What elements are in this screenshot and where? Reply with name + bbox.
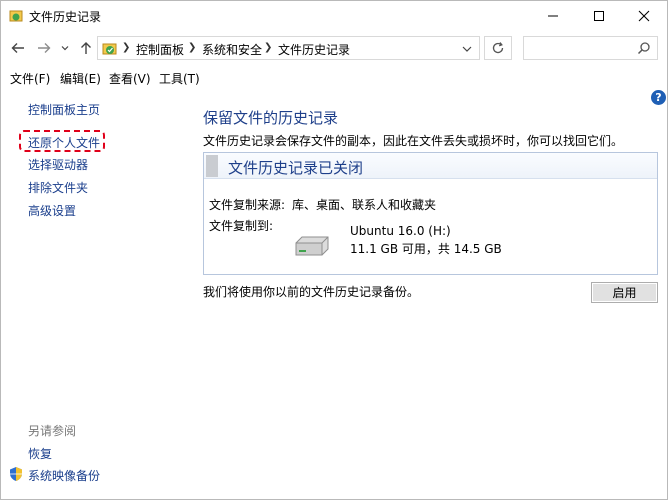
recent-locations-button[interactable]: [59, 39, 71, 57]
search-icon: [637, 42, 650, 55]
source-label: 文件复制来源:: [209, 198, 286, 212]
navigation-bar: ❯ 控制面板 ❯ 系统和安全 ❯ 文件历史记录: [1, 31, 667, 65]
sidebar-control-panel-home[interactable]: 控制面板主页: [28, 101, 100, 118]
see-also-system-image-backup[interactable]: 系统映像备份: [28, 467, 100, 484]
menu-view[interactable]: 查看(V): [109, 70, 151, 87]
file-history-icon: [102, 43, 117, 55]
sidebar-item-exclude-folders[interactable]: 排除文件夹: [28, 179, 88, 196]
refresh-button[interactable]: [484, 36, 512, 60]
enable-button[interactable]: 启用: [591, 282, 658, 303]
breadcrumb-control-panel[interactable]: 控制面板: [136, 41, 184, 58]
drive-icon: [295, 236, 329, 256]
source-value: 库、桌面、联系人和收藏夹: [292, 198, 437, 212]
maximize-icon: [594, 11, 604, 21]
chevron-right-icon: ❯: [188, 42, 197, 53]
sidebar-item-restore-files[interactable]: 还原个人文件: [28, 134, 100, 151]
minimize-icon: [548, 15, 558, 17]
status-indicator: [206, 155, 218, 177]
minimize-button[interactable]: [530, 1, 576, 31]
close-icon: [638, 10, 650, 22]
sidebar-item-select-drive[interactable]: 选择驱动器: [28, 156, 88, 173]
menu-edit[interactable]: 编辑(E): [60, 70, 101, 87]
up-arrow-icon: [81, 42, 91, 54]
chevron-down-icon: [61, 46, 69, 51]
shield-icon: [10, 467, 22, 481]
backup-note: 我们将使用你以前的文件历史记录备份。: [203, 285, 420, 299]
close-button[interactable]: [621, 1, 667, 31]
file-history-window: 文件历史记录 ❯ 控制面板 ❯ 系统和安全 ❯ 文件历史记录 文件(F) 编辑(…: [0, 0, 668, 500]
destination-label: 文件复制到:: [209, 219, 274, 233]
menu-bar: 文件(F) 编辑(E) 查看(V) 工具(T): [1, 67, 667, 87]
status-header: 文件历史记录已关闭: [204, 153, 657, 179]
chevron-right-icon: ❯: [264, 42, 273, 53]
drive-space: 11.1 GB 可用，共 14.5 GB: [350, 242, 502, 256]
sidebar-item-advanced-settings[interactable]: 高级设置: [28, 202, 76, 219]
see-also-heading: 另请参阅: [28, 424, 77, 438]
page-title: 保留文件的历史记录: [203, 109, 339, 127]
chevron-down-icon: [462, 46, 472, 52]
see-also-recovery[interactable]: 恢复: [28, 445, 52, 462]
address-history-button[interactable]: [458, 41, 476, 57]
forward-arrow-icon: [38, 43, 51, 53]
maximize-button[interactable]: [576, 1, 622, 31]
forward-button[interactable]: [35, 39, 53, 57]
status-title: 文件历史记录已关闭: [228, 159, 364, 177]
up-button[interactable]: [77, 39, 95, 57]
address-bar[interactable]: ❯ 控制面板 ❯ 系统和安全 ❯ 文件历史记录: [97, 36, 480, 60]
menu-tools[interactable]: 工具(T): [159, 70, 200, 87]
chevron-right-icon: ❯: [122, 42, 131, 53]
status-panel: 文件历史记录已关闭 文件复制来源: 库、桌面、联系人和收藏夹 文件复制到: Ub…: [203, 152, 658, 275]
page-description: 文件历史记录会保存文件的副本，因此在文件丢失或损坏时，你可以找回它们。: [203, 134, 624, 148]
back-button[interactable]: [9, 39, 27, 57]
menu-file[interactable]: 文件(F): [10, 70, 50, 87]
back-arrow-icon: [11, 43, 24, 53]
window-title: 文件历史记录: [29, 10, 102, 24]
file-history-icon: [9, 10, 23, 22]
breadcrumb-file-history[interactable]: 文件历史记录: [278, 41, 350, 58]
drive-name: Ubuntu 16.0 (H:): [350, 224, 451, 238]
breadcrumb-system-security[interactable]: 系统和安全: [202, 41, 262, 58]
title-bar: 文件历史记录: [1, 1, 667, 31]
help-icon[interactable]: ?: [651, 90, 666, 105]
search-input[interactable]: [523, 36, 658, 60]
refresh-icon: [492, 42, 504, 54]
